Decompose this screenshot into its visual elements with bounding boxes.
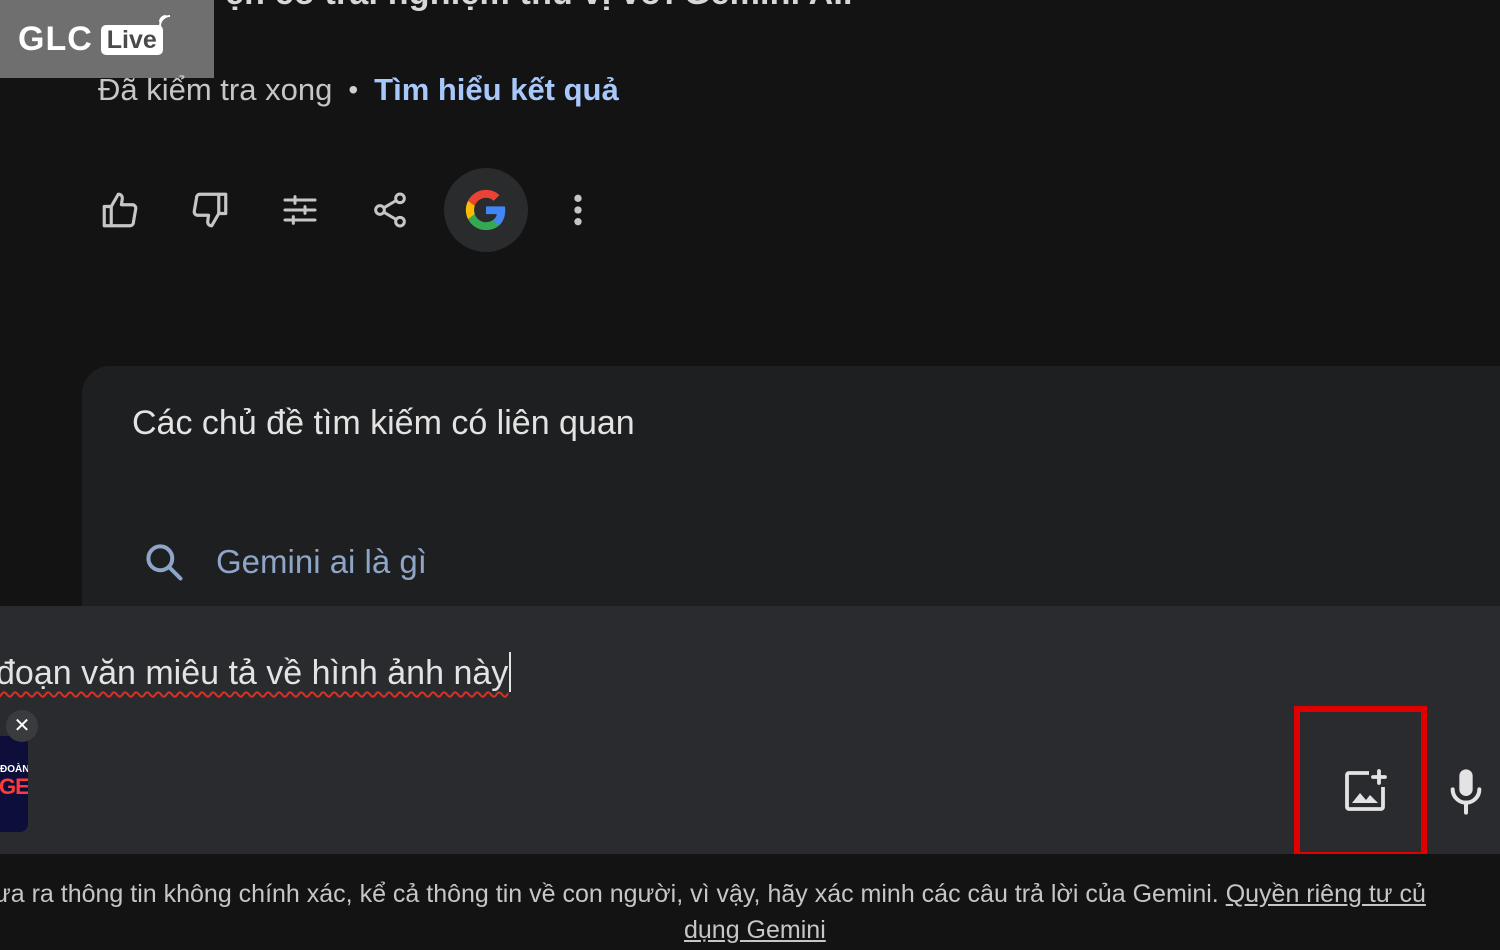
- microphone-button[interactable]: [1436, 756, 1496, 826]
- disclaimer-footer: ưa ra thông tin không chính xác, kể cả t…: [0, 854, 1500, 950]
- related-searches-title: Các chủ đề tìm kiếm có liên quan: [132, 404, 635, 442]
- thumb-up-icon: [102, 192, 138, 228]
- tune-icon: [283, 195, 317, 225]
- related-search-label: Gemini ai là gì: [216, 543, 427, 580]
- close-icon: ✕: [13, 715, 31, 737]
- remove-attachment-button[interactable]: ✕: [6, 710, 38, 742]
- modify-response-button[interactable]: [270, 180, 330, 240]
- prompt-input-area[interactable]: đoạn văn miêu tả về hình ảnh này ĐOÀN GE…: [0, 606, 1500, 854]
- text-caret: [509, 652, 512, 692]
- prompt-text: đoạn văn miêu tả về hình ảnh này: [0, 654, 509, 692]
- thumbnail-big-text: GEN: [0, 774, 28, 799]
- thumb-up-button[interactable]: [90, 180, 150, 240]
- signal-icon: [158, 14, 170, 26]
- thumb-down-icon: [192, 192, 228, 228]
- response-actions: [90, 168, 598, 252]
- double-check-status: Đã kiểm tra xong • Tìm hiểu kết quả: [98, 72, 619, 108]
- logo-text: GLC: [18, 19, 93, 58]
- thumb-down-button[interactable]: [180, 180, 240, 240]
- response-heading-cut: ện có trải nghiệm thú vị với Gemini AI.: [225, 0, 853, 13]
- glc-live-logo: GLC Live: [0, 0, 214, 78]
- search-icon: [146, 544, 183, 581]
- google-double-check-button[interactable]: [444, 168, 528, 252]
- red-highlight-box: [1294, 706, 1427, 858]
- logo-badge-text: Live: [106, 25, 157, 54]
- prompt-input[interactable]: đoạn văn miêu tả về hình ảnh này: [0, 652, 512, 693]
- share-button[interactable]: [360, 180, 420, 240]
- status-separator: •: [348, 74, 359, 105]
- image-attachment-thumbnail[interactable]: ĐOÀN GEN: [0, 736, 28, 832]
- google-icon: [465, 189, 506, 231]
- more-vert-icon: [574, 194, 582, 226]
- privacy-link-continued[interactable]: dụng Gemini: [684, 916, 826, 945]
- disclaimer-text: ưa ra thông tin không chính xác, kể cả t…: [0, 880, 1219, 908]
- more-options-button[interactable]: [558, 180, 598, 240]
- mic-icon: [1450, 769, 1482, 815]
- share-icon: [374, 192, 406, 228]
- privacy-link[interactable]: Quyền riêng tư củ: [1226, 880, 1426, 908]
- logo-badge: Live: [100, 14, 170, 55]
- learn-results-link[interactable]: Tìm hiểu kết quả: [374, 72, 619, 108]
- status-text: Đã kiểm tra xong: [98, 72, 333, 107]
- related-search-item[interactable]: Gemini ai là gì: [142, 540, 427, 584]
- disclaimer-line-1: ưa ra thông tin không chính xác, kể cả t…: [0, 880, 1426, 909]
- gemini-page: ện có trải nghiệm thú vị với Gemini AI. …: [0, 0, 1500, 950]
